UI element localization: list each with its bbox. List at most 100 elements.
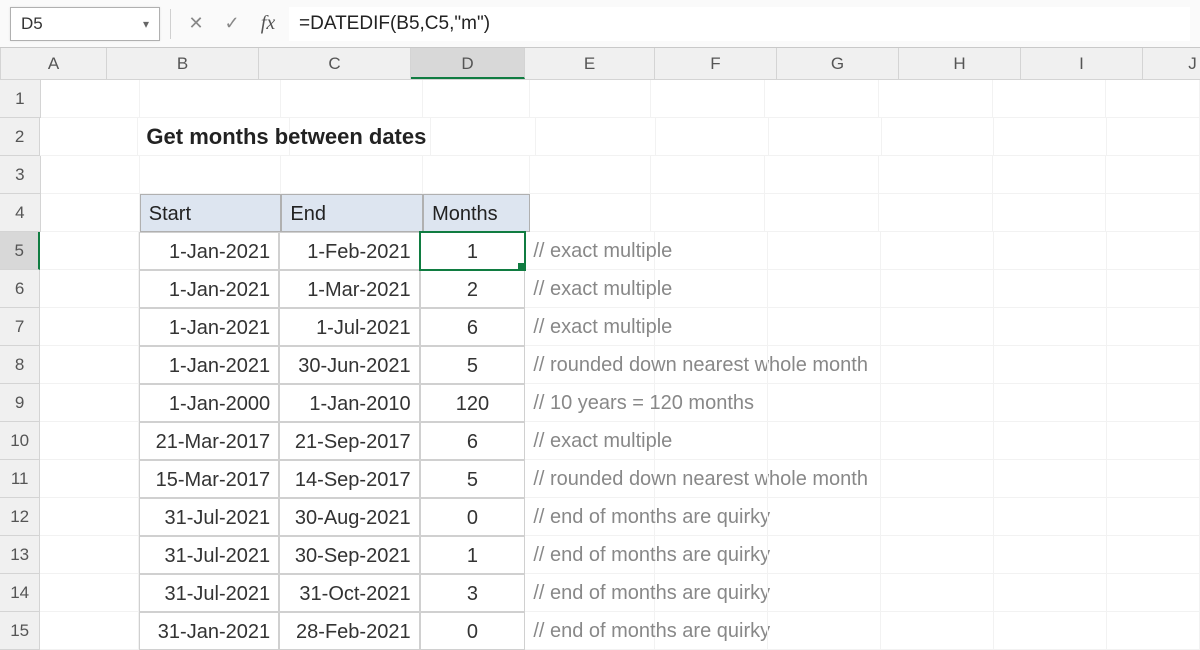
cell-H12[interactable] — [881, 498, 994, 536]
cell-F12[interactable] — [655, 498, 768, 536]
cell-J15[interactable] — [1107, 612, 1200, 650]
column-header-H[interactable]: H — [899, 48, 1021, 79]
cell-end[interactable]: 1-Jan-2010 — [279, 384, 419, 422]
cell-J2[interactable] — [1107, 118, 1200, 156]
column-header-J[interactable]: J — [1143, 48, 1200, 79]
cell-G13[interactable] — [768, 536, 881, 574]
row-header-11[interactable]: 11 — [0, 460, 40, 498]
cell-I8[interactable] — [994, 346, 1107, 384]
cell-J13[interactable] — [1107, 536, 1200, 574]
row-header-15[interactable]: 15 — [0, 612, 40, 650]
cell-H7[interactable] — [881, 308, 994, 346]
cell-J10[interactable] — [1107, 422, 1200, 460]
cell-D1[interactable] — [423, 80, 530, 118]
cell-H2[interactable] — [882, 118, 995, 156]
cell-J12[interactable] — [1107, 498, 1200, 536]
cell-E3[interactable] — [530, 156, 651, 194]
cell-A1[interactable] — [41, 80, 140, 118]
cell-F4[interactable] — [651, 194, 765, 232]
cell-I14[interactable] — [994, 574, 1107, 612]
cell-start[interactable]: 1-Jan-2021 — [139, 232, 279, 270]
header-months[interactable]: Months — [423, 194, 530, 232]
row-header-3[interactable]: 3 — [0, 156, 41, 194]
column-header-D[interactable]: D — [411, 48, 525, 79]
cell-end[interactable]: 31-Oct-2021 — [279, 574, 419, 612]
name-box[interactable]: D5 ▾ — [10, 7, 160, 41]
cell-comment[interactable]: // exact multiple — [525, 270, 655, 308]
enter-icon[interactable]: ✓ — [217, 9, 247, 39]
cell-H1[interactable] — [879, 80, 993, 118]
row-header-5[interactable]: 5 — [0, 232, 40, 270]
cell-months[interactable]: 1 — [420, 536, 526, 574]
cell-F8[interactable] — [655, 346, 768, 384]
row-header-1[interactable]: 1 — [0, 80, 41, 118]
cell-H14[interactable] — [881, 574, 994, 612]
cell-A8[interactable] — [40, 346, 138, 384]
cell-J1[interactable] — [1106, 80, 1200, 118]
cell-F5[interactable] — [655, 232, 768, 270]
row-header-6[interactable]: 6 — [0, 270, 40, 308]
cell-H4[interactable] — [879, 194, 993, 232]
cell-I12[interactable] — [994, 498, 1107, 536]
cell-B1[interactable] — [140, 80, 282, 118]
cell-F10[interactable] — [655, 422, 768, 460]
cell-G12[interactable] — [768, 498, 881, 536]
cell-A2[interactable] — [40, 118, 138, 156]
cell-B3[interactable] — [140, 156, 282, 194]
cell-F7[interactable] — [655, 308, 768, 346]
cell-comment[interactable]: // exact multiple — [525, 232, 655, 270]
cell-A3[interactable] — [41, 156, 140, 194]
cell-start[interactable]: 1-Jan-2000 — [139, 384, 279, 422]
fx-icon[interactable]: fx — [253, 9, 283, 39]
cell-E4[interactable] — [530, 194, 651, 232]
cell-months[interactable]: 6 — [420, 422, 526, 460]
cell-H11[interactable] — [881, 460, 994, 498]
cell-comment[interactable]: // end of months are quirky — [525, 536, 655, 574]
cell-I3[interactable] — [993, 156, 1107, 194]
cell-G15[interactable] — [768, 612, 881, 650]
cell-F13[interactable] — [655, 536, 768, 574]
cell-J6[interactable] — [1107, 270, 1200, 308]
cell-E2[interactable] — [536, 118, 656, 156]
column-header-I[interactable]: I — [1021, 48, 1143, 79]
cell-end[interactable]: 1-Jul-2021 — [279, 308, 419, 346]
cell-C2[interactable] — [290, 118, 430, 156]
cell-J3[interactable] — [1106, 156, 1200, 194]
cell-G10[interactable] — [768, 422, 881, 460]
cell-months[interactable]: 3 — [420, 574, 526, 612]
cell-G11[interactable] — [768, 460, 881, 498]
cell-comment[interactable]: // exact multiple — [525, 422, 655, 460]
cell-months[interactable]: 1 — [420, 232, 526, 270]
cell-end[interactable]: 1-Mar-2021 — [279, 270, 419, 308]
header-start[interactable]: Start — [140, 194, 282, 232]
cell-G6[interactable] — [768, 270, 881, 308]
cell-F6[interactable] — [655, 270, 768, 308]
cell-H9[interactable] — [881, 384, 994, 422]
cell-C1[interactable] — [281, 80, 423, 118]
column-header-A[interactable]: A — [1, 48, 107, 79]
column-header-C[interactable]: C — [259, 48, 411, 79]
cell-A13[interactable] — [40, 536, 138, 574]
cell-I4[interactable] — [993, 194, 1107, 232]
row-header-13[interactable]: 13 — [0, 536, 40, 574]
cell-months[interactable]: 5 — [420, 460, 526, 498]
column-header-F[interactable]: F — [655, 48, 777, 79]
header-end[interactable]: End — [281, 194, 423, 232]
column-header-E[interactable]: E — [525, 48, 655, 79]
cell-A4[interactable] — [41, 194, 140, 232]
cell-G4[interactable] — [765, 194, 879, 232]
cell-F14[interactable] — [655, 574, 768, 612]
cell-I7[interactable] — [994, 308, 1107, 346]
cell-start[interactable]: 31-Jul-2021 — [139, 574, 279, 612]
cell-F9[interactable] — [655, 384, 768, 422]
cell-start[interactable]: 31-Jan-2021 — [139, 612, 279, 650]
row-header-9[interactable]: 9 — [0, 384, 40, 422]
cell-comment[interactable]: // exact multiple — [525, 308, 655, 346]
cell-A11[interactable] — [40, 460, 138, 498]
cell-J14[interactable] — [1107, 574, 1200, 612]
cell-F2[interactable] — [656, 118, 769, 156]
cell-F1[interactable] — [651, 80, 765, 118]
cell-I5[interactable] — [994, 232, 1107, 270]
column-header-B[interactable]: B — [107, 48, 259, 79]
cell-H8[interactable] — [881, 346, 994, 384]
